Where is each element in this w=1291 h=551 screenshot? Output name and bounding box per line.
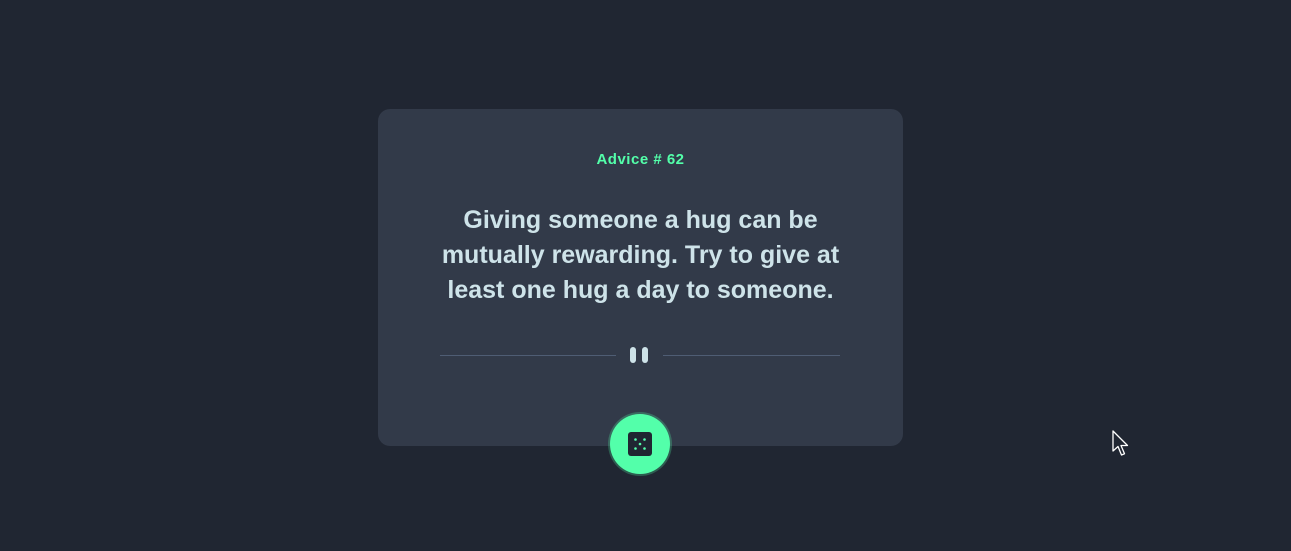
dice-icon	[628, 432, 652, 456]
pause-icon	[630, 347, 650, 363]
generate-advice-button[interactable]	[610, 414, 670, 474]
advice-quote: Giving someone a hug can be mutually rew…	[441, 206, 840, 304]
divider-line-right	[663, 355, 840, 356]
pattern-divider	[440, 347, 840, 363]
divider-line-left	[440, 355, 616, 356]
advice-card: Advice # 62 Giving someone a hug can be …	[378, 109, 903, 446]
mouse-pointer-icon	[1112, 430, 1129, 456]
advice-id-label: Advice # 62	[596, 151, 685, 168]
